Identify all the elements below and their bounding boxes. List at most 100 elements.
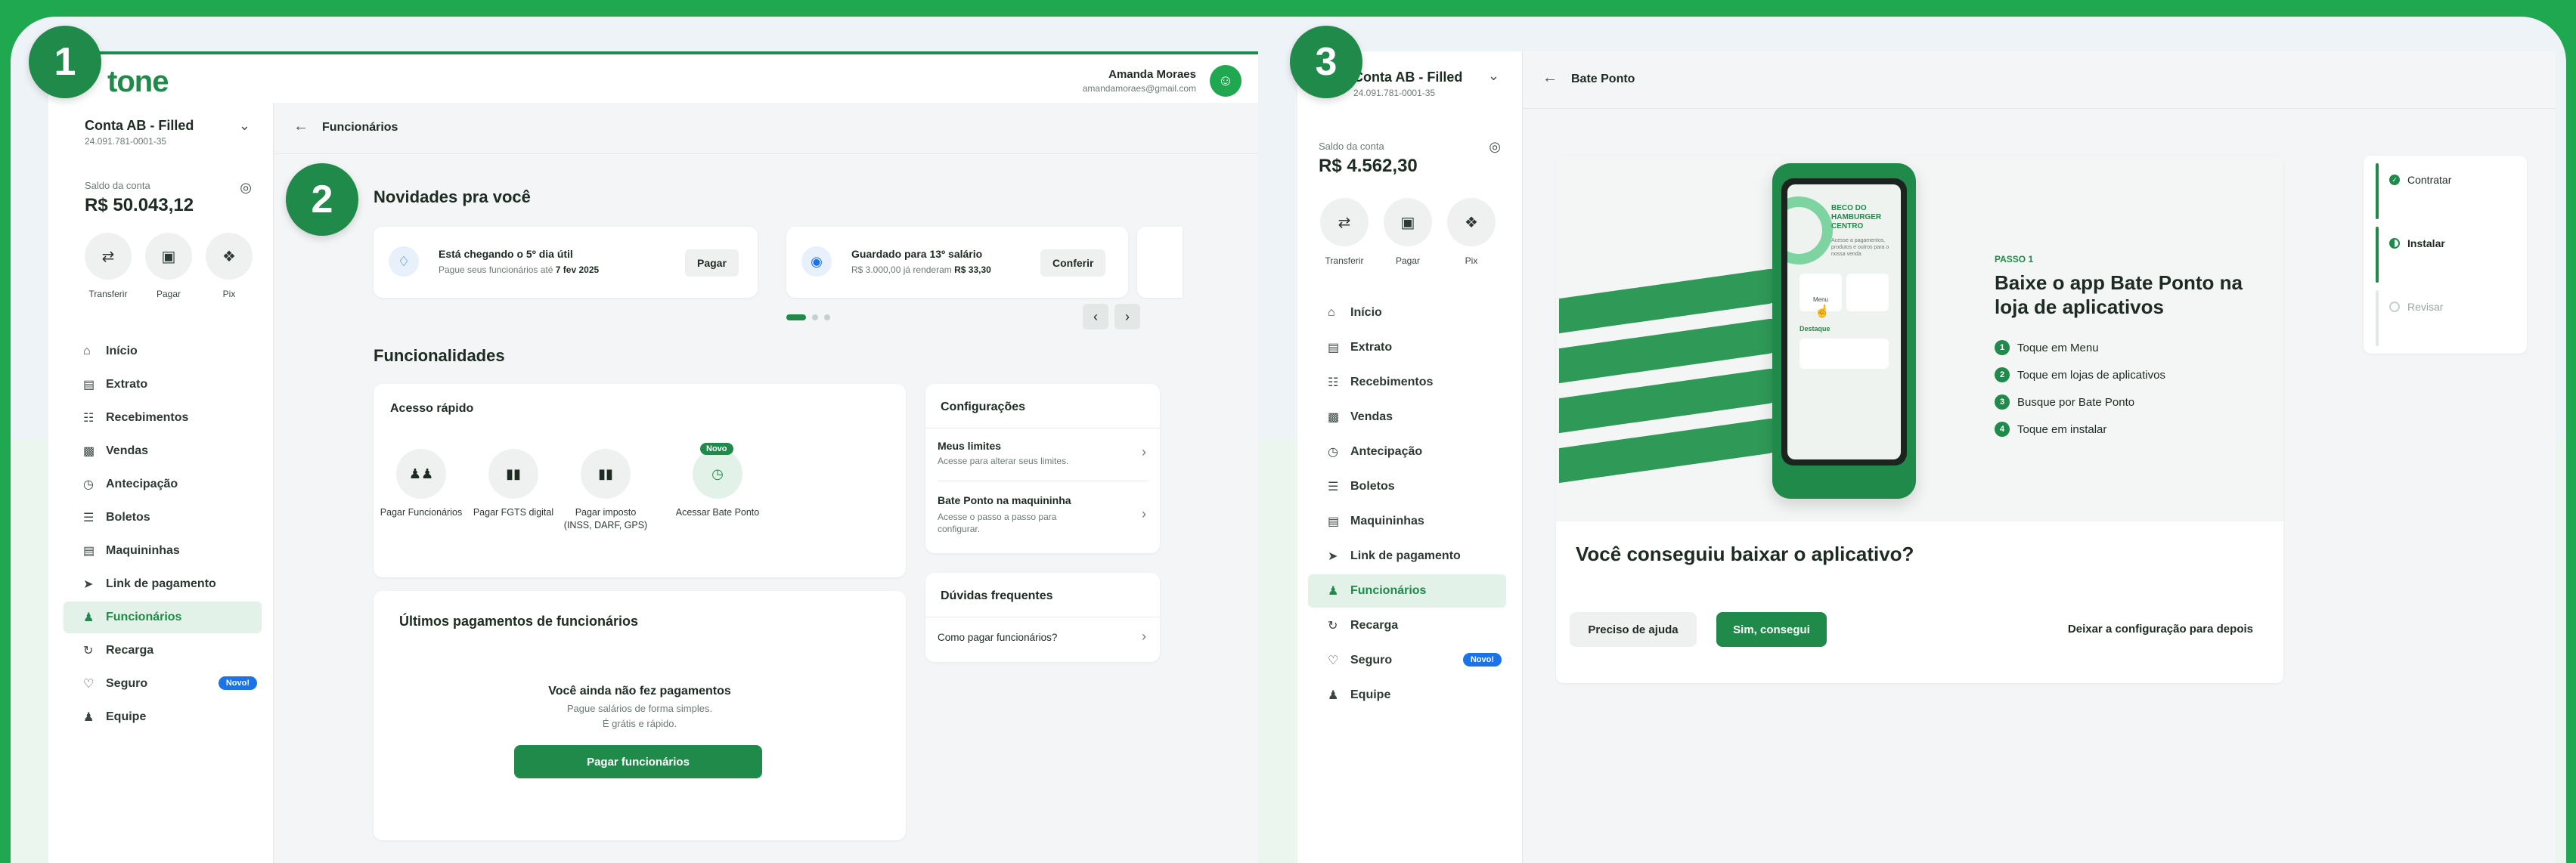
back-arrow-icon[interactable]: ← bbox=[293, 118, 308, 135]
confirm-button[interactable]: Sim, consegui bbox=[1716, 612, 1827, 647]
settings-item-title: Meus limites bbox=[938, 440, 1002, 452]
sidebar: Conta AB - Filled 24.091.781-0001-35 ⌄ S… bbox=[48, 103, 274, 863]
news-card[interactable]: ♢ Está chegando o 5º dia útil Pague seus… bbox=[374, 227, 758, 298]
hand-pointer-icon: ☝ bbox=[1815, 305, 1830, 318]
store-desc: Acesse a pagamentos, produtos e outros p… bbox=[1831, 238, 1889, 257]
nav-item-maquininhas[interactable]: ▤ Maquininhas bbox=[64, 535, 262, 567]
empty-sub: É grátis e rápido. bbox=[602, 718, 677, 729]
user-email: amandamoraes@gmail.com bbox=[1082, 83, 1196, 94]
eye-icon[interactable]: ◎ bbox=[1489, 139, 1501, 155]
nav-item-antecipacao[interactable]: ◷ Antecipação bbox=[64, 469, 262, 500]
nav-item-extrato[interactable]: ▤ Extrato bbox=[1308, 331, 1506, 364]
nav-item-antecipacao[interactable]: ◷ Antecipação bbox=[1308, 435, 1506, 469]
nav-item-inicio[interactable]: ⌂ Início bbox=[64, 336, 262, 367]
progress-step-label: Revisar bbox=[2407, 301, 2444, 313]
nav-label: Link de pagamento bbox=[106, 577, 216, 590]
nav-item-funcionarios[interactable]: ♟ Funcionários bbox=[64, 602, 262, 633]
later-link[interactable]: Deixar a configuração para depois bbox=[2068, 623, 2253, 636]
nav-label: Seguro bbox=[106, 677, 148, 690]
settings-item-bate-ponto[interactable]: Bate Ponto na maquininha Acesse o passo … bbox=[925, 481, 1160, 549]
chevron-down-icon[interactable]: ⌄ bbox=[239, 118, 250, 134]
carousel-next-button[interactable]: › bbox=[1114, 304, 1140, 329]
empty-circle-icon bbox=[2389, 302, 2400, 312]
settings-item-sub: Acesse para alterar seus limites. bbox=[938, 456, 1069, 466]
nav-item-recebimentos[interactable]: ☷ Recebimentos bbox=[64, 402, 262, 434]
pay-button[interactable]: ▣ bbox=[1384, 198, 1432, 246]
news-card-sub: Pague seus funcionários até 7 fev 2025 bbox=[439, 264, 600, 275]
faq-item[interactable]: Como pagar funcionários? › bbox=[925, 617, 1160, 659]
nav-item-seguro[interactable]: ♡ Seguro Novo! bbox=[1308, 644, 1506, 677]
quick-access-card: Acesso rápido ♟♟ ▮▮ ▮▮ ◷ Novo Pagar Func… bbox=[374, 384, 906, 577]
nav-label: Seguro bbox=[1350, 654, 1393, 667]
news-card-peek[interactable] bbox=[1137, 227, 1183, 298]
nav-item-inicio[interactable]: ⌂ Início bbox=[1308, 296, 1506, 329]
pay-fgts-button[interactable]: ▮▮ bbox=[488, 449, 538, 499]
news-card[interactable]: ◉ Guardado para 13º salário R$ 3.000,00 … bbox=[786, 227, 1128, 298]
user-name: Amanda Moraes bbox=[1108, 68, 1196, 81]
nav-label: Antecipação bbox=[1350, 445, 1423, 458]
help-button[interactable]: Preciso de ajuda bbox=[1570, 612, 1697, 647]
app-tile bbox=[1846, 274, 1889, 311]
piggy-bank-icon: ◉ bbox=[801, 246, 832, 277]
nav-label: Funcionários bbox=[106, 611, 182, 623]
carousel-dot[interactable] bbox=[824, 314, 830, 320]
pay-button[interactable]: ▣ bbox=[145, 233, 192, 280]
transfer-icon: ⇄ bbox=[101, 248, 115, 265]
nav-item-boletos[interactable]: ☰ Boletos bbox=[1308, 470, 1506, 503]
account-name[interactable]: Conta AB - Filled bbox=[85, 118, 194, 134]
transfer-icon: ⇄ bbox=[1338, 214, 1351, 231]
carousel-dot-active[interactable] bbox=[786, 314, 806, 320]
nav-item-vendas[interactable]: ▩ Vendas bbox=[64, 435, 262, 467]
news-title: Novidades pra você bbox=[374, 187, 531, 206]
nav-label: Link de pagamento bbox=[1350, 549, 1461, 562]
nav-item-recebimentos[interactable]: ☷ Recebimentos bbox=[1308, 366, 1506, 399]
pay-tax-button[interactable]: ▮▮ bbox=[581, 449, 631, 499]
nav-item-recarga[interactable]: ↻ Recarga bbox=[1308, 609, 1506, 642]
pay-employees-cta[interactable]: Pagar funcionários bbox=[514, 745, 762, 778]
page-header: ← Funcionários bbox=[274, 103, 1258, 154]
eye-icon[interactable]: ◎ bbox=[240, 180, 252, 196]
nav-item-link-pagamento[interactable]: ➤ Link de pagamento bbox=[1308, 540, 1506, 573]
nav-item-equipe[interactable]: ♟ Equipe bbox=[1308, 679, 1506, 712]
nav-item-equipe[interactable]: ♟ Equipe bbox=[64, 701, 262, 733]
step-label: PASSO 1 bbox=[1995, 254, 2034, 264]
nav-item-funcionarios[interactable]: ♟ Funcionários bbox=[1308, 574, 1506, 608]
bate-ponto-button[interactable]: ◷ bbox=[693, 449, 742, 499]
nav-item-extrato[interactable]: ▤ Extrato bbox=[64, 369, 262, 401]
chevron-down-icon[interactable]: ⌄ bbox=[1488, 68, 1499, 84]
settings-item-limits[interactable]: Meus limites Acesse para alterar seus li… bbox=[925, 428, 1160, 481]
pix-button[interactable]: ❖ bbox=[206, 233, 253, 280]
pay-employees-button[interactable]: ♟♟ bbox=[396, 449, 446, 499]
nav-item-vendas[interactable]: ▩ Vendas bbox=[1308, 401, 1506, 434]
progress-step-contratar[interactable]: ✓ Contratar bbox=[2389, 174, 2451, 186]
nav-item-maquininhas[interactable]: ▤ Maquininhas bbox=[1308, 505, 1506, 538]
progress-step-revisar[interactable]: Revisar bbox=[2389, 301, 2443, 313]
card-machine-icon: ▤ bbox=[1328, 515, 1340, 528]
step-badge: 2 bbox=[286, 163, 358, 236]
news-card-title: Está chegando o 5º dia útil bbox=[439, 248, 573, 260]
barcode-icon: ☰ bbox=[83, 512, 95, 524]
check-news-button[interactable]: Conferir bbox=[1040, 249, 1106, 277]
step-instruction: 2 Toque em lojas de aplicativos bbox=[1995, 367, 2165, 382]
logo: tone bbox=[107, 65, 169, 98]
pix-button[interactable]: ❖ bbox=[1447, 198, 1496, 246]
back-arrow-icon[interactable]: ← bbox=[1542, 70, 1558, 87]
nav-item-boletos[interactable]: ☰ Boletos bbox=[64, 502, 262, 534]
transfer-button[interactable]: ⇄ bbox=[1320, 198, 1369, 246]
pay-news-button[interactable]: Pagar bbox=[685, 249, 739, 277]
store-name: BECO DO HAMBURGER CENTRO bbox=[1831, 204, 1882, 230]
transfer-button[interactable]: ⇄ bbox=[85, 233, 132, 280]
carousel-dot[interactable] bbox=[812, 314, 818, 320]
feature-label: Pagar Funcionários bbox=[380, 507, 463, 518]
carousel-prev-button[interactable]: ‹ bbox=[1083, 304, 1108, 329]
progress-step-instalar[interactable]: Instalar bbox=[2389, 237, 2445, 249]
empty-title: Você ainda não fez pagamentos bbox=[548, 685, 731, 698]
phone-refresh-icon: ↻ bbox=[1328, 620, 1338, 633]
account-name[interactable]: Conta AB - Filled bbox=[1353, 70, 1462, 85]
check-circle-icon: ✓ bbox=[2389, 175, 2400, 185]
nav-item-recarga[interactable]: ↻ Recarga bbox=[64, 635, 262, 667]
barcode-icon: ▮▮ bbox=[598, 466, 613, 481]
nav-item-link-pagamento[interactable]: ➤ Link de pagamento bbox=[64, 568, 262, 600]
nav-item-seguro[interactable]: ♡ Seguro Novo! bbox=[64, 668, 262, 700]
avatar[interactable]: ☺ bbox=[1210, 65, 1242, 97]
